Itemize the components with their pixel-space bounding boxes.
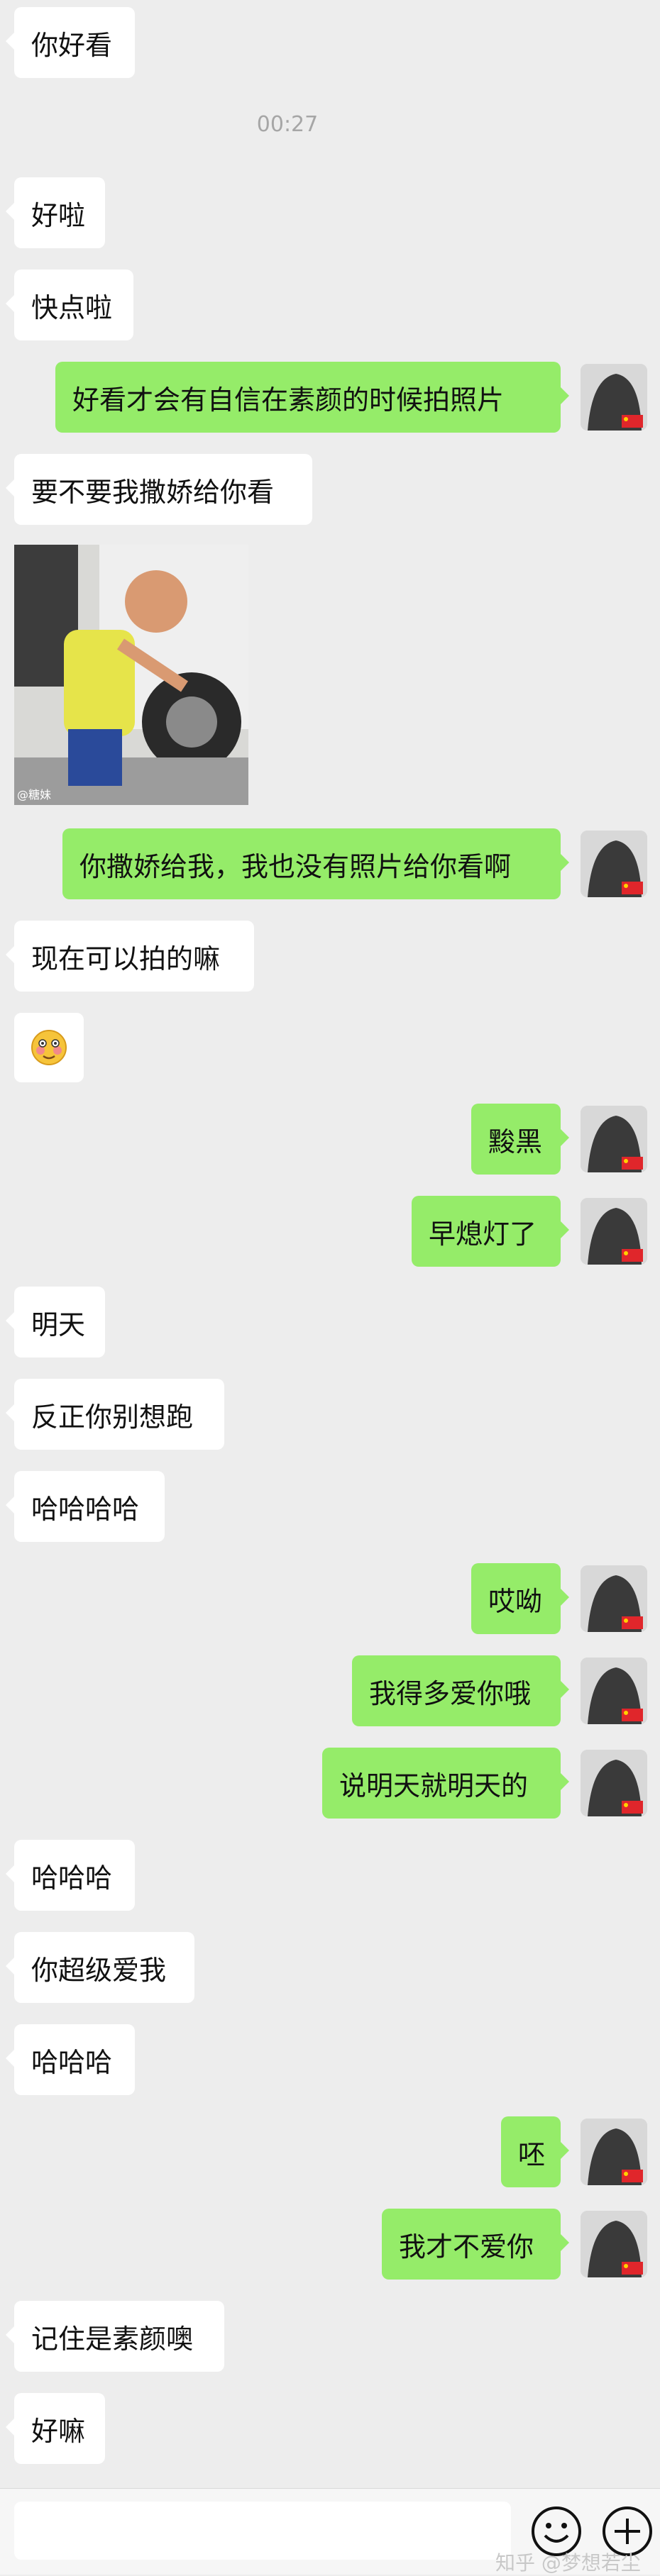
- message-text: 呸: [518, 2138, 546, 2170]
- message-text: 你好看: [31, 29, 113, 61]
- avatar[interactable]: [581, 1565, 647, 1632]
- message-received[interactable]: 哈哈哈哈: [6, 1471, 165, 1542]
- watermark: 知乎 @梦想若尘: [495, 2551, 641, 2575]
- message-received[interactable]: 你好看: [6, 7, 135, 78]
- message-sent[interactable]: 黢黑: [471, 1104, 569, 1175]
- flushed-smile-emoji: [31, 1030, 67, 1065]
- message-text: 说明天就明天的: [339, 1770, 529, 1801]
- image-message[interactable]: @糖妹: [14, 545, 248, 805]
- message-text: 现在可以拍的嘛: [31, 943, 221, 975]
- message-sent[interactable]: 我得多爱你哦: [352, 1655, 569, 1726]
- message-received[interactable]: 哈哈哈: [6, 2024, 135, 2095]
- avatar[interactable]: [581, 2211, 647, 2277]
- message-received[interactable]: 现在可以拍的嘛: [6, 921, 254, 992]
- message-sent[interactable]: 早熄灯了: [412, 1196, 569, 1267]
- message-sent[interactable]: 呸: [501, 2116, 569, 2187]
- message-received[interactable]: 快点啦: [6, 270, 133, 340]
- avatar[interactable]: [581, 1658, 647, 1724]
- message-received[interactable]: 你超级爱我: [6, 1932, 194, 2003]
- message-received[interactable]: 记住是素颜噢: [6, 2301, 224, 2372]
- avatar[interactable]: [581, 831, 647, 897]
- message-received[interactable]: 好嘛: [6, 2393, 105, 2464]
- message-text: 我得多爱你哦: [369, 1677, 532, 1709]
- avatar[interactable]: [581, 364, 647, 431]
- message-received[interactable]: 要不要我撒娇给你看: [6, 454, 312, 525]
- avatar[interactable]: [581, 1198, 647, 1265]
- avatar[interactable]: [581, 2119, 647, 2185]
- message-received[interactable]: 好啦: [6, 177, 105, 248]
- message-text: 早熄灯了: [429, 1218, 537, 1250]
- avatar[interactable]: [581, 1750, 647, 1816]
- message-sent[interactable]: 我才不爱你: [382, 2209, 569, 2280]
- message-received[interactable]: 反正你别想跑: [6, 1379, 224, 1450]
- message-text: 好嘛: [31, 2415, 86, 2447]
- message-text: 哎呦: [488, 1585, 543, 1617]
- message-text: 哈哈哈哈: [31, 1493, 140, 1525]
- message-received[interactable]: 明天: [6, 1287, 105, 1358]
- message-text: 我才不爱你: [399, 2231, 534, 2263]
- message-text: 你超级爱我: [31, 1954, 167, 1986]
- message-sent[interactable]: 好看才会有自信在素颜的时候拍照片: [55, 362, 569, 433]
- message-text: 你撒娇给我，我也没有照片给你看啊: [79, 850, 512, 882]
- message-text: 好啦: [31, 199, 86, 231]
- time-divider: 00:27: [256, 112, 319, 137]
- message-sent[interactable]: 说明天就明天的: [322, 1748, 569, 1819]
- message-text: 好看才会有自信在素颜的时候拍照片: [72, 384, 505, 416]
- message-text: 哈哈哈: [31, 1862, 113, 1894]
- message-text: 哈哈哈: [31, 2046, 113, 2078]
- avatar[interactable]: [581, 1106, 647, 1172]
- message-sent[interactable]: 你撒娇给我，我也没有照片给你看啊: [62, 828, 569, 899]
- message-text: 明天: [31, 1309, 86, 1340]
- message-text: 记住是素颜噢: [31, 2323, 194, 2355]
- message-text: 反正你别想跑: [31, 1401, 194, 1433]
- message-text: 黢黑: [488, 1126, 543, 1157]
- message-input[interactable]: [14, 2502, 511, 2560]
- message-text: 要不要我撒娇给你看: [31, 476, 275, 508]
- image-watermark: @糖妹: [17, 788, 52, 801]
- message-sent[interactable]: 哎呦: [471, 1563, 569, 1634]
- message-received[interactable]: 哈哈哈: [6, 1840, 135, 1911]
- message-received-emoji[interactable]: [14, 1013, 84, 1082]
- message-text: 快点啦: [31, 292, 113, 323]
